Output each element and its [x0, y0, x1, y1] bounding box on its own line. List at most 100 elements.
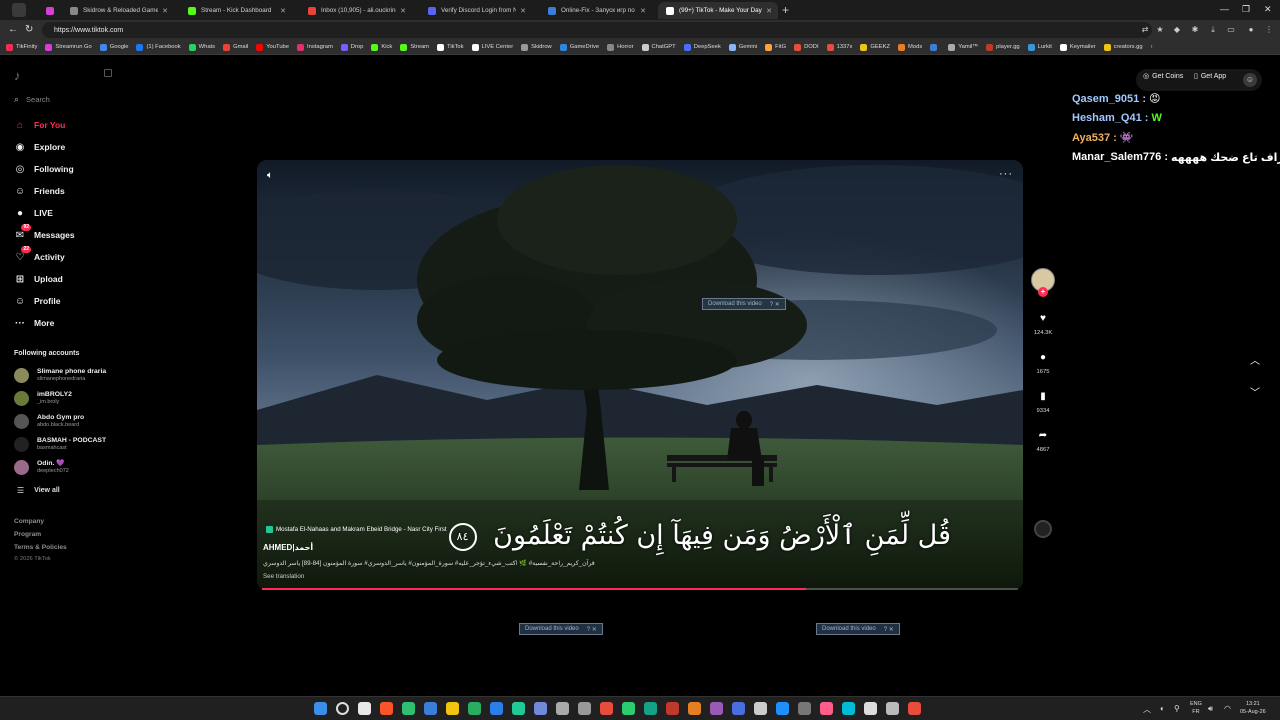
following-account[interactable]: Abdo Gym pro abdo.black.beard — [14, 414, 84, 429]
taskbar-app-icon[interactable] — [578, 702, 591, 715]
download-video-bar-3[interactable]: Download this video ? ✕ — [816, 623, 900, 635]
video-progress-bar[interactable] — [262, 588, 1018, 590]
video-author[interactable]: AHMED|أحمد — [263, 543, 313, 552]
bookmark-item[interactable]: Google — [99, 43, 128, 51]
tab-close-icon[interactable]: ✕ — [640, 7, 646, 15]
bookmark-star-icon[interactable]: ★ — [1155, 25, 1165, 35]
bookmark-item[interactable]: Streamrun Go — [45, 43, 92, 51]
taskbar-app-icon[interactable] — [468, 702, 481, 715]
tray-pin-icon[interactable]: ⚲ — [1174, 704, 1180, 713]
bookmark-item[interactable]: GEEKZ — [860, 43, 890, 51]
nav-item-activity[interactable]: ♡ 22 Activity — [13, 246, 65, 264]
bookmark-item[interactable]: FitG — [765, 43, 786, 51]
taskbar-app-icon[interactable] — [380, 702, 393, 715]
get-app-button[interactable]: ▯ Get App — [1194, 72, 1226, 81]
get-coins-button[interactable]: ◎ Get Coins — [1143, 72, 1183, 81]
nav-item-profile[interactable]: ☺ Profile — [13, 294, 61, 308]
taskbar-app-icon[interactable] — [688, 702, 701, 715]
minimize-button[interactable]: — — [1220, 4, 1229, 14]
video-player[interactable]: 🔈︎ ··· Download this video ? ✕ قُل لِّمَ… — [257, 160, 1023, 590]
bookmark-item[interactable]: creators.gg — [1103, 43, 1143, 51]
bookmark-item[interactable]: Stream — [400, 43, 429, 51]
tray-app-icon[interactable]: ◐ — [1160, 704, 1165, 713]
bookmark-item[interactable]: Yamil™ — [948, 43, 978, 51]
tab-close-icon[interactable]: ✕ — [162, 7, 168, 15]
download-video-bar[interactable]: Download this video ? ✕ — [702, 298, 786, 310]
bookmark-item[interactable]: Mods — [898, 43, 922, 51]
browser-tab[interactable]: Verify Discord Login from New Lo✕ — [420, 2, 532, 19]
nav-item-for-you[interactable]: ⌂ For You — [13, 118, 65, 132]
footer-terms-link[interactable]: Terms & Policies — [14, 544, 67, 551]
back-button[interactable]: ← — [8, 24, 18, 36]
bookmark-item[interactable]: Kick — [371, 43, 392, 51]
bookmark-item[interactable]: player.gg — [986, 43, 1020, 51]
bookmark-item[interactable]: Instagram — [297, 43, 333, 51]
nav-item-more[interactable]: ··· More — [13, 316, 54, 330]
tab-close-icon[interactable]: ✕ — [766, 7, 772, 15]
bookmark-item[interactable]: Gemini — [728, 43, 757, 51]
bookmark-item[interactable]: Gmail — [223, 43, 248, 51]
bookmark-item[interactable]: TikFinity — [6, 43, 37, 51]
following-account[interactable]: BASMAH - PODCAST basmahcast — [14, 437, 106, 452]
taskbar-app-icon[interactable] — [776, 702, 789, 715]
tab-close-icon[interactable]: ✕ — [520, 7, 526, 15]
wifi-icon[interactable]: ◠ — [1224, 704, 1231, 713]
maximize-button[interactable]: ❐ — [1242, 4, 1250, 15]
browser-tab[interactable] — [38, 2, 56, 19]
volume-icon[interactable]: 🔈︎ — [267, 170, 273, 181]
bookmark-item[interactable]: Whats — [188, 43, 215, 51]
nav-item-explore[interactable]: ◉ Explore — [13, 140, 66, 154]
url-input[interactable]: https://www.tiktok.com — [42, 22, 1152, 38]
sound-disc-icon[interactable] — [1034, 520, 1052, 538]
browser-tab[interactable]: (99+) TikTok - Make Your Day ✕ — [658, 2, 778, 19]
nav-item-upload[interactable]: ⊞ Upload — [13, 272, 63, 286]
taskbar-app-icon[interactable] — [732, 702, 745, 715]
browser-profile-icon[interactable] — [12, 3, 26, 17]
browser-tab[interactable]: Stream - Kick Dashboard ✕ — [180, 2, 292, 19]
bookmark-item[interactable]: Lurkit — [1027, 43, 1052, 51]
taskbar-app-icon[interactable] — [886, 702, 899, 715]
split-view-icon[interactable]: ▭ — [1226, 25, 1236, 35]
taskbar-app-icon[interactable] — [424, 702, 437, 715]
nav-item-messages[interactable]: ✉ 92 Messages — [13, 224, 75, 242]
footer-company-link[interactable]: Company — [14, 518, 44, 525]
collapse-sidebar-icon[interactable] — [104, 69, 112, 77]
bookmark-item[interactable]: YouTube — [256, 43, 289, 51]
bookmark-item[interactable]: Keymailer — [1059, 43, 1096, 51]
taskbar-app-icon[interactable] — [534, 702, 547, 715]
more-options-icon[interactable]: ··· — [999, 168, 1013, 180]
bookmark-item[interactable]: (1) Facebook — [136, 43, 181, 51]
nav-item-live[interactable]: ● LIVE — [13, 206, 53, 220]
tiktok-logo[interactable]: ♪ — [14, 68, 21, 83]
taskbar-app-icon[interactable] — [754, 702, 767, 715]
extension-icon[interactable]: ◆ — [1172, 25, 1182, 35]
taskbar-app-icon[interactable] — [644, 702, 657, 715]
translate-icon[interactable]: ⇄ — [1140, 25, 1150, 35]
taskbar-app-icon[interactable] — [358, 702, 371, 715]
bookmark-item[interactable]: GameDrive — [559, 43, 599, 51]
view-all-link[interactable]: ☰ View all — [17, 486, 60, 495]
bookmark-item[interactable]: DeepSeek — [683, 43, 721, 51]
reload-button[interactable]: ↻ — [25, 24, 33, 36]
download-video-bar-2[interactable]: Download this video ? ✕ — [519, 623, 603, 635]
taskbar-search-icon[interactable] — [336, 702, 349, 715]
taskbar-app-icon[interactable] — [666, 702, 679, 715]
following-account[interactable]: imBROLY2 _im.broly — [14, 391, 72, 406]
taskbar-app-icon[interactable] — [402, 702, 415, 715]
clock[interactable]: 13:21 05-Aug-26 — [1240, 700, 1266, 716]
taskbar-app-icon[interactable] — [842, 702, 855, 715]
taskbar-app-icon[interactable] — [864, 702, 877, 715]
comment-button[interactable]: ● 1675 — [1030, 349, 1056, 375]
share-button[interactable]: ➦ 4867 — [1030, 427, 1056, 453]
next-video-button[interactable]: ﹀ — [1250, 384, 1260, 399]
extensions-icon[interactable]: ✱ — [1190, 25, 1200, 35]
like-button[interactable]: ♥ 124.3K — [1030, 310, 1056, 336]
taskbar-app-icon[interactable] — [820, 702, 833, 715]
start-button-icon[interactable] — [314, 702, 327, 715]
browser-tab[interactable]: Online-Fix - Запуск игр по сети ✕ — [540, 2, 652, 19]
search-input[interactable]: ⌕ Search — [14, 94, 50, 105]
browser-tab[interactable]: Skidrow & Reloaded Games – Do✕ — [62, 2, 174, 19]
nav-item-following[interactable]: ◎ Following — [13, 162, 74, 176]
close-window-button[interactable]: ✕ — [1264, 4, 1272, 15]
taskbar-app-icon[interactable] — [600, 702, 613, 715]
